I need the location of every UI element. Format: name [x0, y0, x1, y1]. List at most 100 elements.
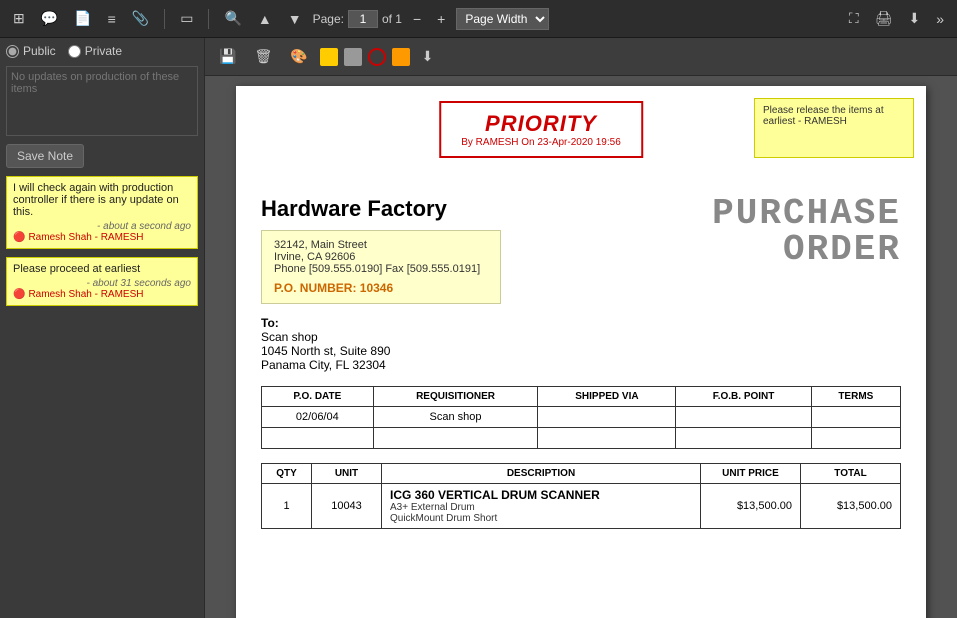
priority-subtitle: By RAMESH On 23-Apr-2020 19:56	[461, 137, 621, 148]
search-icon[interactable]: 🔍	[219, 7, 246, 30]
po-table-header-fob: F.O.B. POINT	[676, 387, 811, 407]
page-input[interactable]	[348, 10, 378, 28]
comment-meta-1: - about a second ago	[13, 221, 191, 232]
attach-icon[interactable]: 📎	[127, 7, 154, 30]
list-icon[interactable]: ≡	[103, 8, 121, 30]
po-terms-cell	[811, 407, 900, 428]
item-row-1: 1 10043 ICG 360 VERTICAL DRUM SCANNER A3…	[262, 484, 901, 529]
fax: Fax [509.555.0191]	[385, 263, 480, 275]
comment-meta-2: - about 31 seconds ago	[13, 278, 191, 289]
to-label: To:	[261, 316, 279, 330]
po-table-header-terms: TERMS	[811, 387, 900, 407]
private-radio[interactable]	[68, 45, 81, 58]
item-price-1: $13,500.00	[701, 484, 801, 529]
page-width-select[interactable]: Page Width Fit Page 50% 75% 100% 125% 15…	[456, 8, 549, 30]
item-desc-sub-1: A3+ External DrumQuickMount Drum Short	[390, 502, 692, 524]
private-label: Private	[85, 44, 122, 58]
po-table-row-1: 02/06/04 Scan shop	[262, 407, 901, 428]
item-unit-1: 10043	[312, 484, 382, 529]
company-name: Hardware Factory	[261, 196, 501, 222]
comment-author-2: 🔴 Ramesh Shah - RAMESH	[13, 289, 191, 300]
to-line-1: Scan shop	[261, 330, 318, 344]
document-page: PRIORITY By RAMESH On 23-Apr-2020 19:56 …	[236, 86, 926, 618]
priority-title: PRIORITY	[461, 111, 621, 137]
po-table-header-date: P.O. DATE	[262, 387, 374, 407]
next-page-icon[interactable]: ▼	[283, 8, 307, 30]
po-date-cell-2	[262, 428, 374, 449]
pdf-circle-icon[interactable]	[368, 48, 386, 66]
public-label: Public	[23, 44, 56, 58]
items-header-price: UNIT PRICE	[701, 464, 801, 484]
sidebar: Public Private Save Note I will check ag…	[0, 38, 205, 618]
pdf-viewer: 💾 🗑 🎨 ⬇ PRIORITY By RAMESH On 23-Apr-202…	[205, 38, 957, 618]
comment-card-2: Please proceed at earliest - about 31 se…	[6, 257, 198, 306]
page-total: of 1	[382, 12, 402, 26]
po-info-table: P.O. DATE REQUISITIONER SHIPPED VIA F.O.…	[261, 386, 901, 449]
pdf-delete-icon[interactable]: 🗑	[248, 45, 278, 68]
view-icon[interactable]: ▭	[175, 7, 198, 30]
save-note-button[interactable]: Save Note	[6, 144, 84, 168]
pdf-palette-icon[interactable]: 🎨	[284, 45, 313, 68]
po-req-cell-2	[373, 428, 538, 449]
private-radio-label[interactable]: Private	[68, 44, 122, 58]
download-top-icon[interactable]: ⬇	[903, 7, 925, 30]
comment-text-1: I will check again with production contr…	[13, 182, 191, 218]
po-date-cell: 02/06/04	[262, 407, 374, 428]
po-table-row-2	[262, 428, 901, 449]
public-radio[interactable]	[6, 45, 19, 58]
grid-icon[interactable]: ⊞	[8, 7, 30, 30]
separator-1	[164, 9, 165, 29]
sticky-note-annotation: Please release the items at earliest - R…	[754, 98, 914, 158]
comment-author-1: 🔴 Ramesh Shah - RAMESH	[13, 232, 191, 243]
comment-text-2: Please proceed at earliest	[13, 263, 191, 275]
item-qty-1: 1	[262, 484, 312, 529]
purchase-order-title: PURCHASE ORDER	[712, 196, 901, 268]
items-header-total: TOTAL	[801, 464, 901, 484]
items-header-desc: DESCRIPTION	[382, 464, 701, 484]
prev-page-icon[interactable]: ▲	[253, 8, 277, 30]
to-line-3: Panama City, FL 32304	[261, 358, 386, 372]
po-ship-cell	[538, 407, 676, 428]
city: Irvine, CA 92606	[274, 251, 488, 263]
note-textarea[interactable]	[6, 66, 198, 136]
main-area: Public Private Save Note I will check ag…	[0, 38, 957, 618]
pdf-highlight-yellow-icon[interactable]	[320, 48, 338, 66]
po-req-cell: Scan shop	[373, 407, 538, 428]
author-icon-1: 🔴	[13, 232, 25, 243]
item-desc-main-1: ICG 360 VERTICAL DRUM SCANNER	[390, 488, 692, 502]
po-table-header-req: REQUISITIONER	[373, 387, 538, 407]
address-block: 32142, Main Street Irvine, CA 92606 Phon…	[261, 230, 501, 304]
fullscreen-icon[interactable]: ⛶	[844, 7, 864, 30]
author-icon-2: 🔴	[13, 289, 25, 300]
to-line-2: 1045 North st, Suite 890	[261, 344, 390, 358]
pdf-highlight-orange-icon[interactable]	[392, 48, 410, 66]
page-nav: Page: of 1	[313, 10, 402, 28]
po-ship-cell-2	[538, 428, 676, 449]
sticky-note-text: Please release the items at earliest - R…	[763, 105, 884, 127]
public-radio-label[interactable]: Public	[6, 44, 56, 58]
pdf-highlight-gray-icon[interactable]	[344, 48, 362, 66]
more-icon[interactable]: »	[931, 8, 949, 30]
pdf-toolbar: 💾 🗑 🎨 ⬇	[205, 38, 957, 76]
visibility-radio-group: Public Private	[6, 44, 198, 58]
doc-icon[interactable]: 📄	[69, 7, 96, 30]
top-toolbar: ⊞ 💬 📄 ≡ 📎 ▭ 🔍 ▲ ▼ Page: of 1 − + Page Wi…	[0, 0, 957, 38]
company-header: Hardware Factory 32142, Main Street Irvi…	[261, 196, 901, 304]
items-table: QTY UNIT DESCRIPTION UNIT PRICE TOTAL 1 …	[261, 463, 901, 529]
pdf-stamp-icon[interactable]: ⬇	[416, 45, 440, 68]
items-header-unit: UNIT	[312, 464, 382, 484]
pdf-save-icon[interactable]: 💾	[213, 45, 242, 68]
zoom-minus-btn[interactable]: −	[408, 8, 426, 30]
zoom-plus-btn[interactable]: +	[432, 8, 450, 30]
po-number: P.O. NUMBER: 10346	[274, 281, 488, 295]
pdf-content[interactable]: PRIORITY By RAMESH On 23-Apr-2020 19:56 …	[205, 76, 957, 618]
chat-icon[interactable]: 💬	[36, 7, 63, 30]
item-desc-1: ICG 360 VERTICAL DRUM SCANNER A3+ Extern…	[382, 484, 701, 529]
item-total-1: $13,500.00	[801, 484, 901, 529]
po-terms-cell-2	[811, 428, 900, 449]
items-header-qty: QTY	[262, 464, 312, 484]
page-label: Page:	[313, 12, 344, 26]
po-table-header-ship: SHIPPED VIA	[538, 387, 676, 407]
print-icon[interactable]: 🖨	[870, 7, 898, 30]
phone-fax: Phone [509.555.0190] Fax [509.555.0191]	[274, 263, 488, 275]
